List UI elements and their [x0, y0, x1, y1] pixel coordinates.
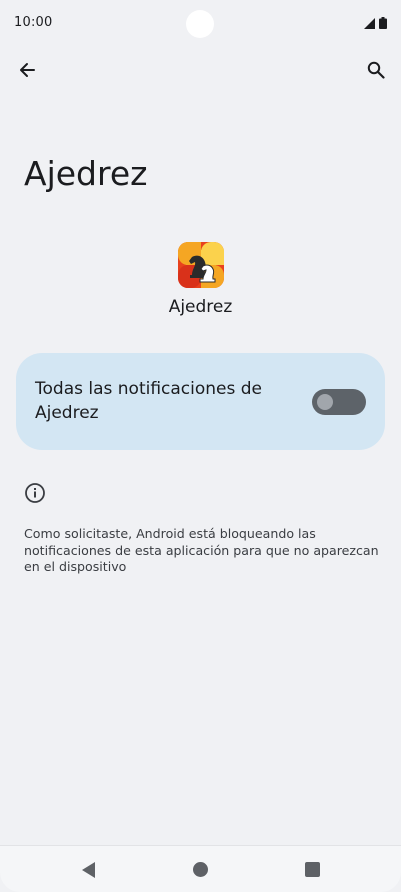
status-bar: 10:00 — [0, 0, 401, 48]
back-button[interactable] — [10, 53, 44, 87]
nav-recents-icon[interactable] — [305, 862, 320, 877]
page-title: Ajedrez — [24, 154, 148, 193]
battery-icon — [379, 17, 387, 29]
all-notifications-toggle[interactable] — [312, 389, 366, 415]
nav-home-icon[interactable] — [193, 862, 208, 877]
system-nav-bar — [0, 845, 401, 892]
chess-app-icon — [178, 242, 224, 288]
signal-icon — [364, 17, 375, 29]
phone-screen: 10:00 Ajedrez Ajedrez Todas las notifica… — [0, 0, 401, 892]
search-button[interactable] — [359, 53, 393, 87]
top-app-bar — [0, 48, 401, 92]
nav-back-icon[interactable] — [80, 861, 98, 879]
all-notifications-row[interactable]: Todas las notificaciones de Ajedrez — [16, 353, 385, 450]
arrow-back-icon — [20, 63, 35, 77]
camera-cutout — [186, 10, 214, 38]
info-icon — [25, 483, 45, 503]
status-time: 10:00 — [14, 15, 53, 30]
blocked-notifications-info: Como solicitaste, Android está bloqueand… — [24, 526, 379, 574]
app-name: Ajedrez — [168, 297, 233, 317]
toggle-thumb — [317, 394, 333, 410]
status-icons — [364, 17, 387, 29]
search-icon — [367, 61, 385, 79]
all-notifications-label: Todas las notificaciones de Ajedrez — [35, 379, 263, 423]
